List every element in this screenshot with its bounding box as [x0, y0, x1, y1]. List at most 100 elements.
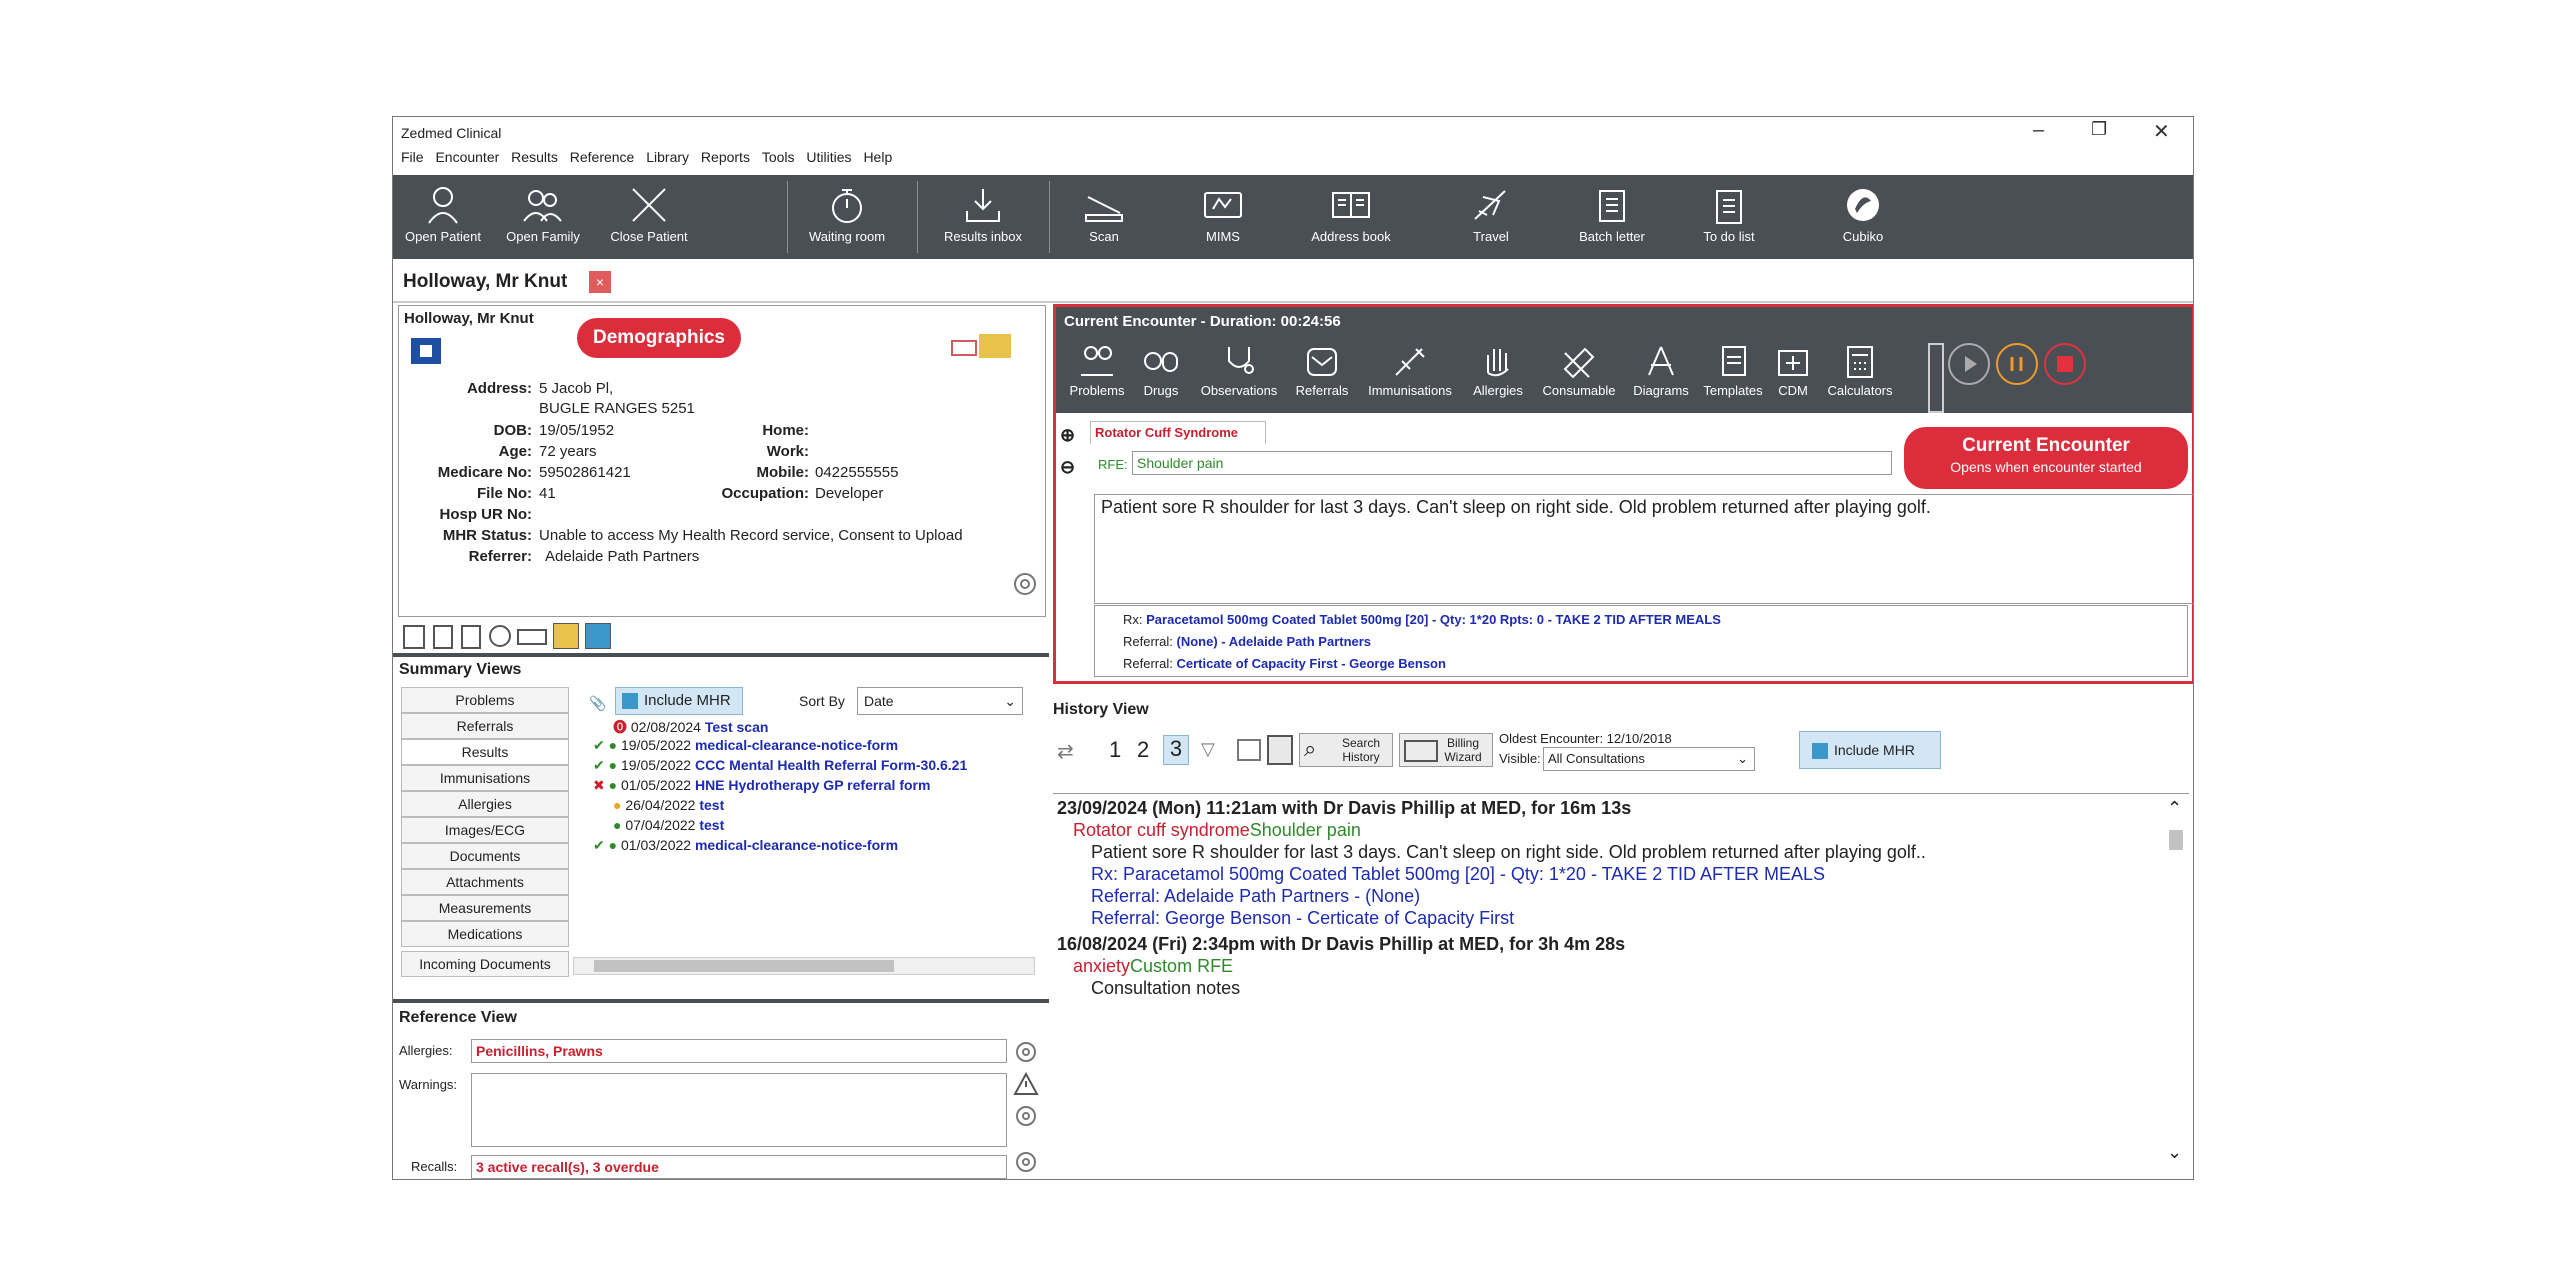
menu-library[interactable]: Library: [646, 149, 689, 165]
scan-button[interactable]: Scan: [1069, 175, 1139, 259]
encounter-splitter[interactable]: [1928, 343, 1944, 413]
history-entry-header[interactable]: 16/08/2024 (Fri) 2:34pm with Dr Davis Ph…: [1057, 934, 1625, 955]
waiting-room-button[interactable]: Waiting room: [797, 175, 897, 259]
result-row[interactable]: ✔ ● 19/05/2022 CCC Mental Health Referra…: [593, 757, 967, 774]
sync-icon[interactable]: ⇄: [1057, 739, 1074, 764]
summary-nav-allergies[interactable]: Allergies: [401, 791, 569, 817]
history-entry-referral[interactable]: Referral: George Benson - Certicate of C…: [1091, 908, 1514, 929]
menu-tools[interactable]: Tools: [762, 149, 795, 165]
encounter-cdm-button[interactable]: CDM: [1772, 343, 1814, 398]
mhr-icon[interactable]: [585, 623, 611, 649]
encounter-notes-textarea[interactable]: Patient sore R shoulder for last 3 days.…: [1094, 494, 2193, 604]
gear-icon[interactable]: [1013, 1103, 1039, 1129]
summary-nav-results[interactable]: Results: [401, 739, 569, 765]
rfe-input[interactable]: Shoulder pain: [1132, 451, 1892, 475]
collapse-icon[interactable]: ⊖: [1060, 457, 1075, 478]
encounter-consumable-button[interactable]: Consumable: [1534, 343, 1624, 398]
card-icon[interactable]: [517, 629, 547, 645]
print-icon[interactable]: [1237, 739, 1261, 761]
encounter-immunisations-button[interactable]: Immunisations: [1358, 343, 1462, 398]
gear-icon[interactable]: [1011, 570, 1039, 598]
restore-button[interactable]: ❐: [2091, 119, 2107, 140]
include-mhr-toggle[interactable]: Include MHR: [615, 687, 743, 715]
summary-nav-immunisations[interactable]: Immunisations: [401, 765, 569, 791]
open-patient-button[interactable]: Open Patient: [403, 175, 483, 259]
history-page-3[interactable]: 3: [1163, 735, 1189, 765]
history-entry-referral[interactable]: Referral: Adelaide Path Partners - (None…: [1091, 886, 1420, 907]
patient-tab[interactable]: Holloway, Mr Knut: [403, 271, 567, 293]
batch-letter-button[interactable]: Batch letter: [1565, 175, 1659, 259]
summary-nav-measurements[interactable]: Measurements: [401, 895, 569, 921]
rx-item[interactable]: Rx: Paracetamol 500mg Coated Tablet 500m…: [1123, 612, 1721, 627]
sort-by-select[interactable]: Date ⌄: [857, 687, 1023, 715]
mims-button[interactable]: MIMS: [1191, 175, 1255, 259]
summary-nav-attachments[interactable]: Attachments: [401, 869, 569, 895]
menu-help[interactable]: Help: [863, 149, 892, 165]
summary-nav-documents[interactable]: Documents: [401, 843, 569, 869]
referral-item[interactable]: Referral: (None) - Adelaide Path Partner…: [1123, 634, 1371, 649]
close-window-button[interactable]: ✕: [2153, 119, 2170, 144]
encounter-problems-button[interactable]: Problems: [1062, 343, 1132, 398]
minimize-button[interactable]: –: [2033, 119, 2044, 142]
referral-item[interactable]: Referral: Certicate of Capacity First - …: [1123, 656, 1446, 671]
summary-nav-problems[interactable]: Problems: [401, 687, 569, 713]
history-page-1[interactable]: 1: [1109, 737, 1121, 763]
history-entry-header[interactable]: 23/09/2024 (Mon) 11:21am with Dr Davis P…: [1057, 798, 1631, 819]
warning-icon[interactable]: [1013, 1071, 1039, 1097]
menu-results[interactable]: Results: [511, 149, 558, 165]
problem-tab-rotator-cuff[interactable]: Rotator Cuff Syndrome: [1090, 421, 1266, 444]
encounter-referrals-button[interactable]: Referrals: [1290, 343, 1354, 398]
result-row[interactable]: ✔ ● 01/03/2022 medical-clearance-notice-…: [593, 837, 898, 854]
filter-icon[interactable]: ▽: [1201, 739, 1215, 760]
menu-file[interactable]: File: [401, 149, 424, 165]
summary-nav-incoming-documents[interactable]: Incoming Documents: [401, 951, 569, 977]
document-icon[interactable]: [461, 625, 481, 649]
open-family-button[interactable]: Open Family: [503, 175, 583, 259]
result-row[interactable]: ⓿ 02/08/2024 Test scan: [613, 717, 768, 737]
scrollbar-thumb[interactable]: [594, 960, 894, 972]
notes-icon[interactable]: [433, 625, 453, 649]
results-inbox-button[interactable]: Results inbox: [931, 175, 1035, 259]
gear-icon[interactable]: [1013, 1149, 1039, 1175]
gear-icon[interactable]: [1013, 1039, 1039, 1065]
stop-icon[interactable]: [2044, 343, 2086, 385]
search-history-button[interactable]: ⌕ Search History: [1299, 733, 1393, 767]
encounter-calculators-button[interactable]: Calculators: [1818, 343, 1902, 398]
cubiko-button[interactable]: Cubiko: [1823, 175, 1903, 259]
vertical-scrollbar[interactable]: ⌃ ⌄: [2165, 794, 2187, 1170]
summary-nav-images-ecg[interactable]: Images/ECG: [401, 817, 569, 843]
result-row[interactable]: ● 26/04/2022 test: [613, 797, 724, 813]
timer-icon[interactable]: [489, 625, 511, 647]
record-icon[interactable]: [403, 625, 425, 649]
billing-wizard-button[interactable]: Billing Wizard: [1399, 733, 1493, 767]
pause-icon[interactable]: [1996, 343, 2038, 385]
encounter-allergies-button[interactable]: Allergies: [1466, 343, 1530, 398]
travel-button[interactable]: Travel: [1451, 175, 1531, 259]
horizontal-scrollbar[interactable]: [573, 957, 1035, 975]
close-patient-button[interactable]: Close Patient: [601, 175, 697, 259]
chevron-up-icon[interactable]: ⌃: [2167, 798, 2182, 819]
encounter-templates-button[interactable]: Templates: [1698, 343, 1768, 398]
encounter-drugs-button[interactable]: Drugs: [1136, 343, 1186, 398]
menu-reports[interactable]: Reports: [701, 149, 750, 165]
menu-reference[interactable]: Reference: [570, 149, 635, 165]
encounter-diagrams-button[interactable]: Diagrams: [1628, 343, 1694, 398]
result-row[interactable]: ● 07/04/2022 test: [613, 817, 724, 833]
chevron-down-icon[interactable]: ⌄: [2167, 1142, 2182, 1163]
scrollbar-thumb[interactable]: [2169, 830, 2183, 850]
menu-encounter[interactable]: Encounter: [435, 149, 499, 165]
play-icon[interactable]: [1948, 343, 1990, 385]
visible-consultations-select[interactable]: All Consultations ⌄: [1543, 747, 1755, 771]
paperclip-icon[interactable]: 📎: [589, 695, 606, 712]
summary-nav-referrals[interactable]: Referrals: [401, 713, 569, 739]
history-entry-rx[interactable]: Rx: Paracetamol 500mg Coated Tablet 500m…: [1091, 864, 1825, 885]
expand-icon[interactable]: ⊕: [1060, 425, 1075, 446]
summary-nav-medications[interactable]: Medications: [401, 921, 569, 947]
history-include-mhr-toggle[interactable]: Include MHR: [1799, 731, 1941, 769]
allergies-field[interactable]: Penicillins, Prawns: [471, 1039, 1007, 1063]
history-page-2[interactable]: 2: [1137, 737, 1149, 763]
recalls-field[interactable]: 3 active recall(s), 3 overdue: [471, 1155, 1007, 1179]
result-row[interactable]: ✔ ● 19/05/2022 medical-clearance-notice-…: [593, 737, 898, 754]
menu-utilities[interactable]: Utilities: [806, 149, 851, 165]
notes-icon[interactable]: [1267, 735, 1293, 765]
